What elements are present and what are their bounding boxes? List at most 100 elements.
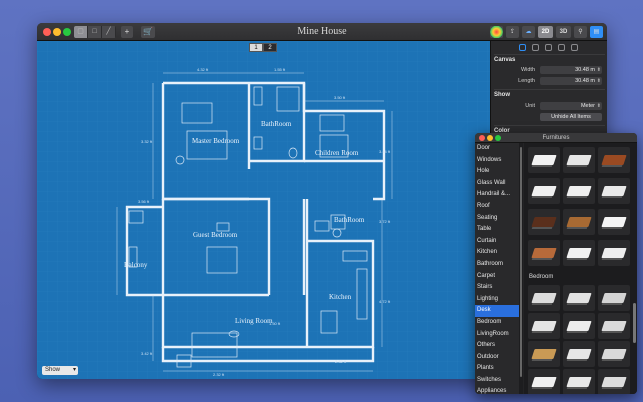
divider (494, 89, 605, 90)
title-bar: ▢ □ ╱ + 🛒 Mine House ⇪ ☁ 2D 3D ⚲ ▤ (37, 23, 607, 41)
walk-icon[interactable]: ⚲ (574, 26, 587, 38)
desk-thumbnail[interactable] (598, 147, 630, 173)
inspector-tabs[interactable] (519, 44, 578, 51)
dimension-label: 4.72 ft (379, 299, 391, 304)
brush-icon[interactable] (571, 44, 578, 51)
floor-tab-1[interactable]: 1 (249, 43, 263, 52)
category-item[interactable]: Windows (475, 155, 519, 167)
room-label-living-room[interactable]: Living Room (235, 317, 273, 325)
bedroom-thumbnail[interactable] (563, 285, 595, 311)
mode-3d-button[interactable]: 3D (556, 26, 571, 38)
furnitures-panel: Furnitures Door Windows Hole Glass Wall Hand… (475, 133, 637, 394)
bedroom-thumbnail[interactable] (563, 313, 595, 339)
desk-thumbnail[interactable] (563, 209, 595, 235)
desk-thumbnail[interactable] (598, 178, 630, 204)
furniture-grid[interactable]: Bedroom (524, 143, 637, 394)
dimension-label: 3.56 ft (138, 199, 150, 204)
bedroom-thumbnail[interactable] (528, 369, 560, 394)
grid-icon[interactable] (532, 44, 539, 51)
category-item[interactable]: Hole (475, 166, 519, 178)
category-item[interactable]: Curtain (475, 236, 519, 248)
bedroom-thumbnail[interactable] (563, 341, 595, 367)
desk-thumbnail[interactable] (563, 240, 595, 266)
room-label-master-bedroom[interactable]: Master Bedroom (192, 137, 239, 145)
bedroom-thumbnail[interactable] (598, 285, 630, 311)
category-item[interactable]: Outdoor (475, 352, 519, 364)
unhide-all-button[interactable]: Unhide All Items (540, 113, 602, 121)
grid-scrollbar[interactable] (633, 303, 636, 343)
furniture-preview-icon (566, 321, 592, 331)
desk-thumbnail[interactable] (563, 147, 595, 173)
bedroom-thumbnail[interactable] (598, 313, 630, 339)
category-scrollbar[interactable] (519, 143, 523, 394)
furniture-preview-icon (566, 377, 592, 387)
sidebar-toggle-icon[interactable]: ▤ (590, 26, 603, 38)
length-label: Length (518, 78, 535, 84)
bedroom-section-title: Bedroom (529, 274, 554, 280)
room-label-bathroom-right[interactable]: BathRoom (334, 216, 364, 224)
category-item[interactable]: Roof (475, 201, 519, 213)
desk-thumbnail[interactable] (563, 178, 595, 204)
floor-plan-canvas[interactable]: 1 2 Master Bedroom BathRoom Children Roo… (37, 41, 490, 379)
category-item[interactable]: Handrail &... (475, 189, 519, 201)
dimension-label: 4.32 ft (197, 67, 209, 72)
desk-thumbnail[interactable] (528, 240, 560, 266)
floor-tabs[interactable]: 1 2 (249, 43, 277, 52)
mode-2d-button[interactable]: 2D (538, 26, 553, 38)
desk-thumbnail[interactable] (528, 178, 560, 204)
category-item[interactable]: Glass Wall (475, 178, 519, 190)
bedroom-thumbnail[interactable] (528, 313, 560, 339)
divider (494, 125, 605, 126)
divider (494, 54, 605, 55)
furniture-preview-icon (566, 293, 592, 303)
dimension-label: 3.44 ft (379, 149, 391, 154)
layers-icon[interactable] (545, 44, 552, 51)
floor-tab-2[interactable]: 2 (263, 43, 277, 52)
info-icon[interactable] (558, 44, 565, 51)
room-label-balcony[interactable]: Balcony (124, 261, 147, 269)
furniture-preview-icon (531, 155, 557, 165)
category-item[interactable]: Plants (475, 363, 519, 375)
category-item[interactable]: Stairs (475, 282, 519, 294)
document-icon[interactable] (519, 44, 526, 51)
category-item[interactable]: LivingRoom (475, 329, 519, 341)
desk-thumbnail[interactable] (528, 209, 560, 235)
category-item[interactable]: Switches (475, 375, 519, 387)
room-label-kitchen[interactable]: Kitchen (329, 293, 351, 301)
width-field[interactable]: 30.48 m (540, 66, 602, 74)
category-item[interactable]: Bathroom (475, 259, 519, 271)
category-item[interactable]: Lighting (475, 294, 519, 306)
category-item[interactable]: Door (475, 143, 519, 155)
category-item[interactable]: Desk (475, 305, 519, 317)
category-item[interactable]: Others (475, 340, 519, 352)
desk-thumbnail[interactable] (598, 209, 630, 235)
dimension-label: 3.32 ft (141, 139, 153, 144)
category-item[interactable]: Appliances (475, 386, 519, 394)
color-wheel-icon[interactable] (490, 26, 503, 38)
category-item[interactable]: Bedroom (475, 317, 519, 329)
cloud-icon[interactable]: ☁ (522, 26, 535, 38)
category-item[interactable]: Table (475, 224, 519, 236)
category-item[interactable]: Seating (475, 213, 519, 225)
category-list[interactable]: Door Windows Hole Glass Wall Handrail &... Ro… (475, 143, 519, 394)
room-label-children-room[interactable]: Children Room (315, 149, 358, 157)
bedroom-thumbnail[interactable] (598, 369, 630, 394)
bedroom-thumbnail[interactable] (598, 341, 630, 367)
desk-thumbnail[interactable] (528, 147, 560, 173)
length-field[interactable]: 30.48 m (540, 77, 602, 85)
show-select[interactable]: Show (42, 366, 78, 375)
desk-thumbnail[interactable] (598, 240, 630, 266)
bedroom-thumbnail[interactable] (528, 341, 560, 367)
room-label-bathroom-top[interactable]: BathRoom (261, 120, 291, 128)
room-label-guest-bedroom[interactable]: Guest Bedroom (193, 231, 237, 239)
category-item[interactable]: Carpet (475, 271, 519, 283)
unit-select[interactable]: Meter (540, 102, 602, 110)
furniture-preview-icon (531, 293, 557, 303)
floor-plan-drawing (37, 41, 490, 379)
bedroom-thumbnail[interactable] (563, 369, 595, 394)
export-icon[interactable]: ⇪ (506, 26, 519, 38)
category-item[interactable]: Kitchen (475, 247, 519, 259)
furniture-preview-icon (566, 248, 592, 258)
bedroom-thumbnail[interactable] (528, 285, 560, 311)
furniture-preview-icon (566, 217, 592, 227)
